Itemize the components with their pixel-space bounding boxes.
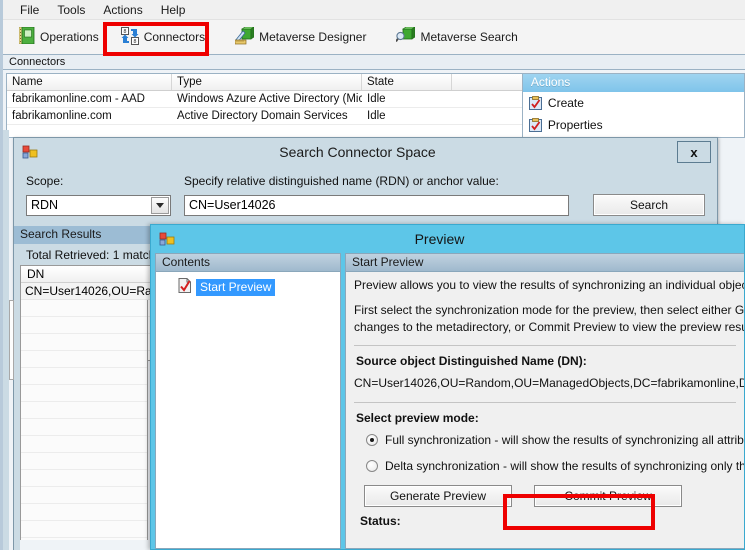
chevron-down-icon[interactable] xyxy=(151,196,169,214)
generate-preview-button[interactable]: Generate Preview xyxy=(364,485,512,507)
source-dn-heading: Source object Distinguished Name (DN): xyxy=(356,354,587,368)
preview-paragraph-2b: changes to the metadirectory, or Commit … xyxy=(354,320,744,334)
scrollbar-v[interactable] xyxy=(9,300,14,380)
contents-pane-title: Contents xyxy=(156,254,340,272)
start-preview-pane: Start Preview Preview allows you to view… xyxy=(345,253,744,549)
screen: File Tools Actions Help Operations 8 8 C… xyxy=(0,0,745,550)
cell-state: Idle xyxy=(367,93,386,105)
cell-type: Active Directory Domain Services xyxy=(177,110,348,122)
metaverse-search-icon xyxy=(395,25,417,48)
window-left-border xyxy=(0,130,3,550)
status-label: Status: xyxy=(360,514,401,528)
preview-dialog-body: Contents Start Preview Start Preview Pre… xyxy=(151,253,744,549)
column-header-name[interactable]: Name xyxy=(7,74,172,90)
action-item-properties[interactable]: Properties xyxy=(523,114,744,136)
operations-book-icon xyxy=(18,26,35,47)
connectors-area: Name Type State fabrikamonline.com - AAD… xyxy=(6,73,745,138)
toolbar-label-metaverse-designer: Metaverse Designer xyxy=(259,30,367,44)
start-preview-content: Preview allows you to view the results o… xyxy=(346,272,744,548)
cell-state: Idle xyxy=(367,110,386,122)
rdn-label: Specify relative distinguished name (RDN… xyxy=(184,174,499,188)
svg-text:8: 8 xyxy=(133,39,136,45)
column-header-state[interactable]: State xyxy=(362,74,452,90)
column-header-type[interactable]: Type xyxy=(172,74,362,90)
source-dn-value: CN=User14026,OU=Random,OU=ManagedObjects… xyxy=(354,376,744,390)
window-app-icon xyxy=(22,144,38,160)
document-check-icon xyxy=(178,278,192,296)
radio-label-full: Full synchronization - will show the res… xyxy=(385,433,744,447)
window-left-strip xyxy=(2,130,9,550)
radio-icon-checked[interactable] xyxy=(366,434,378,446)
connectors-table-header: Name Type State xyxy=(7,74,522,91)
menu-item-tools[interactable]: Tools xyxy=(48,1,94,19)
action-label-properties: Properties xyxy=(547,118,603,132)
close-icon[interactable]: x xyxy=(677,141,711,163)
metaverse-designer-icon xyxy=(234,25,256,48)
cell-name: fabrikamonline.com - AAD xyxy=(12,93,145,105)
dn-list-continuation xyxy=(20,300,148,540)
table-row[interactable]: fabrikamonline.com Active Directory Doma… xyxy=(7,108,522,125)
radio-icon-unchecked[interactable] xyxy=(366,460,378,472)
preview-button-row: Generate Preview Commit Preview xyxy=(364,485,736,507)
preview-dialog-titlebar[interactable]: Preview xyxy=(151,225,744,253)
column-header-blank[interactable] xyxy=(452,74,522,90)
connectors-table[interactable]: Name Type State fabrikamonline.com - AAD… xyxy=(6,73,522,138)
menu-bar: File Tools Actions Help xyxy=(3,0,745,20)
menu-item-help[interactable]: Help xyxy=(152,1,195,19)
radio-label-delta: Delta synchronization - will show the re… xyxy=(385,459,744,473)
toolbar-button-metaverse-search[interactable]: Metaverse Search xyxy=(388,23,525,51)
scope-label: Scope: xyxy=(26,174,64,188)
divider xyxy=(354,402,736,403)
preview-dialog-title: Preview xyxy=(414,231,465,247)
connectors-sync-icon: 8 8 xyxy=(120,26,139,48)
scope-select[interactable]: RDN xyxy=(26,194,171,216)
rdn-input[interactable]: CN=User14026 xyxy=(184,194,569,216)
contents-pane: Contents Start Preview xyxy=(155,253,341,549)
toolbar: Operations 8 8 Connectors Metaverse Desi… xyxy=(3,20,745,55)
actions-pane: Actions Create Properties xyxy=(521,73,745,138)
toolbar-label-operations: Operations xyxy=(40,30,99,44)
preview-paragraph-2a: First select the synchronization mode fo… xyxy=(354,303,744,317)
commit-preview-button[interactable]: Commit Preview xyxy=(534,485,682,507)
toolbar-button-metaverse-designer[interactable]: Metaverse Designer xyxy=(227,23,374,51)
start-preview-title: Start Preview xyxy=(346,254,744,272)
divider xyxy=(354,345,736,346)
toolbar-label-metaverse-search: Metaverse Search xyxy=(420,30,518,44)
action-label-create: Create xyxy=(547,96,584,110)
preview-dialog: Preview Contents Start Preview Start Pre… xyxy=(150,224,745,550)
search-dialog-left-edge xyxy=(13,300,20,550)
svg-text:8: 8 xyxy=(123,29,126,35)
clipboard-properties-icon xyxy=(528,118,542,132)
toolbar-button-operations[interactable]: Operations xyxy=(11,23,107,51)
window-app-icon xyxy=(159,231,175,247)
toolbar-button-connectors[interactable]: 8 8 Connectors xyxy=(113,23,213,51)
action-item-create[interactable]: Create xyxy=(523,92,744,114)
search-dialog-titlebar[interactable]: Search Connector Space x xyxy=(14,138,717,166)
tree-item-start-preview[interactable]: Start Preview xyxy=(156,272,340,296)
search-button[interactable]: Search xyxy=(593,194,705,216)
preview-paragraph-1: Preview allows you to view the results o… xyxy=(354,278,744,292)
scope-select-value: RDN xyxy=(31,198,59,212)
menu-item-file[interactable]: File xyxy=(11,1,48,19)
radio-full-synchronization[interactable]: Full synchronization - will show the res… xyxy=(366,433,744,447)
preview-mode-heading: Select preview mode: xyxy=(356,411,479,425)
radio-delta-synchronization[interactable]: Delta synchronization - will show the re… xyxy=(366,459,744,473)
tree-item-label: Start Preview xyxy=(196,278,276,296)
toolbar-label-connectors: Connectors xyxy=(143,30,206,44)
cell-type: Windows Azure Active Directory (Micr... xyxy=(177,93,362,105)
actions-pane-title: Actions xyxy=(522,74,744,92)
menu-item-actions[interactable]: Actions xyxy=(94,1,151,19)
table-row[interactable]: fabrikamonline.com - AAD Windows Azure A… xyxy=(7,91,522,108)
clipboard-check-icon xyxy=(528,96,542,110)
cell-name: fabrikamonline.com xyxy=(12,110,112,122)
search-dialog-title: Search Connector Space xyxy=(279,144,436,160)
pane-header-connectors: Connectors xyxy=(3,55,745,70)
